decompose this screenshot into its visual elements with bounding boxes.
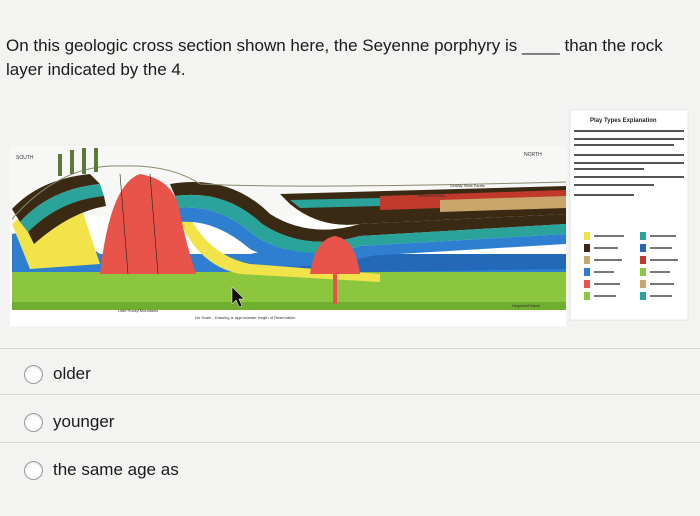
south-label: SOUTH <box>16 155 34 161</box>
hogeland-label: Hogeland Basin <box>512 303 540 308</box>
radio-button[interactable] <box>24 412 43 432</box>
option-older[interactable]: older <box>24 364 91 384</box>
option-younger[interactable]: younger <box>24 412 114 432</box>
north-label: NORTH <box>524 152 542 158</box>
legend-title: Play Types Explanation <box>590 118 657 124</box>
radio-button[interactable] <box>24 460 43 480</box>
bearpaw-label: Bearpaw Shale <box>418 193 446 198</box>
option-label: older <box>53 364 91 383</box>
little-rocky-label: Little Rocky Mountains <box>118 308 158 313</box>
option-label: younger <box>53 412 115 431</box>
option-same-age[interactable]: the same age as <box>24 460 179 480</box>
divider <box>0 394 700 395</box>
divider <box>0 348 700 349</box>
cross-section-diagram: SOUTH NORTH Gravity Slide Faults Bearpaw… <box>10 109 689 326</box>
question-text: On this geologic cross section shown her… <box>6 36 663 79</box>
option-label: the same age as <box>53 460 179 479</box>
geologic-cross-section-figure: SOUTH NORTH Gravity Slide Faults Bearpaw… <box>0 104 700 344</box>
legend-box <box>569 109 689 321</box>
radio-button[interactable] <box>24 364 43 384</box>
scale-note: No Scale - Drawing is approximate length… <box>195 315 296 320</box>
divider <box>0 442 700 443</box>
gravity-slide-label: Gravity Slide Faults <box>450 183 485 188</box>
